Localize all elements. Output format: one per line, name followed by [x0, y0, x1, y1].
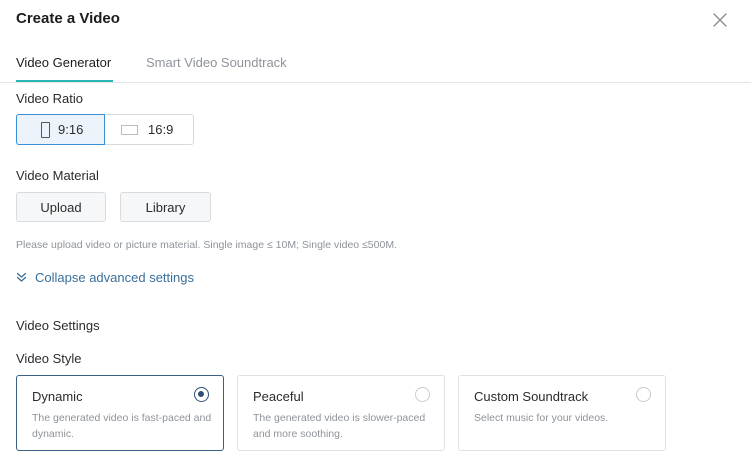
style-card-description: Select music for your videos.: [474, 412, 609, 424]
style-radio-dynamic[interactable]: [194, 387, 209, 402]
video-material-label: Video Material: [16, 168, 99, 183]
style-card-custom-soundtrack[interactable]: Custom Soundtrack Select music for your …: [458, 375, 666, 451]
style-card-title: Dynamic: [32, 389, 83, 404]
style-card-description: The generated video is fast-paced and dy…: [32, 412, 212, 440]
portrait-rect-icon: [41, 121, 50, 138]
close-icon: [713, 13, 727, 27]
collapse-advanced-settings-link[interactable]: Collapse advanced settings: [16, 270, 194, 285]
dialog-title: Create a Video: [16, 10, 120, 27]
tab-video-generator[interactable]: Video Generator: [16, 55, 111, 70]
style-radio-custom-soundtrack[interactable]: [636, 387, 651, 402]
collapse-advanced-settings-label: Collapse advanced settings: [35, 270, 194, 285]
style-card-peaceful[interactable]: Peaceful The generated video is slower-p…: [237, 375, 445, 451]
ratio-option-label: 9:16: [58, 122, 84, 137]
landscape-rect-icon: [121, 124, 138, 135]
tab-bar: Video Generator Smart Video Soundtrack: [0, 50, 751, 83]
style-card-title: Custom Soundtrack: [474, 389, 589, 404]
tab-smart-video-soundtrack[interactable]: Smart Video Soundtrack: [146, 55, 287, 70]
material-hint: Please upload video or picture material.…: [16, 239, 397, 251]
style-card-dynamic[interactable]: Dynamic The generated video is fast-pace…: [16, 375, 224, 451]
upload-button[interactable]: Upload: [16, 192, 106, 222]
style-card-description: The generated video is slower-paced and …: [253, 412, 426, 440]
video-ratio-label: Video Ratio: [16, 91, 83, 106]
ratio-option-label: 16:9: [148, 122, 174, 137]
close-button[interactable]: [711, 11, 729, 29]
video-ratio-selector: 9:16 16:9: [16, 114, 194, 145]
library-button[interactable]: Library: [120, 192, 211, 222]
ratio-option-16-9[interactable]: 16:9: [105, 115, 193, 144]
video-settings-heading: Video Settings: [16, 318, 100, 333]
double-chevron-down-icon: [16, 272, 27, 282]
video-style-label: Video Style: [16, 351, 82, 366]
style-radio-peaceful[interactable]: [415, 387, 430, 402]
style-card-title: Peaceful: [253, 389, 304, 404]
ratio-option-9-16[interactable]: 9:16: [16, 114, 105, 145]
active-tab-indicator: [16, 80, 113, 82]
